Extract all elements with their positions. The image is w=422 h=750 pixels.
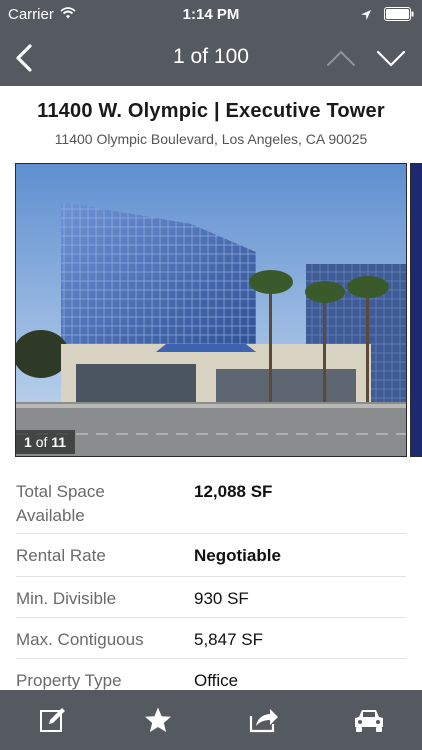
photo-current-index: 1 xyxy=(24,434,32,450)
detail-row-max-contiguous: Max. Contiguous 5,847 SF xyxy=(16,618,406,659)
listing-details: Total Space Available 12,088 SF Rental R… xyxy=(0,468,422,700)
next-listing-button[interactable] xyxy=(374,42,408,74)
chevron-down-icon xyxy=(376,50,406,67)
detail-label: Max. Contiguous xyxy=(16,630,144,649)
location-arrow-icon xyxy=(360,8,372,25)
add-note-button[interactable] xyxy=(23,695,83,745)
listing-header: 11400 W. Olympic | Executive Tower 11400… xyxy=(0,86,422,156)
edit-note-icon xyxy=(39,708,65,732)
detail-value: 12,088 SF xyxy=(194,482,273,501)
navigation-bar: 1 of 100 xyxy=(0,30,422,86)
star-icon xyxy=(145,707,172,732)
share-icon xyxy=(249,709,278,733)
directions-button[interactable] xyxy=(339,695,399,745)
share-button[interactable] xyxy=(234,695,294,745)
listing-address: 11400 Olympic Boulevard, Los Angeles, CA… xyxy=(54,131,368,147)
battery-icon xyxy=(384,7,414,25)
bottom-toolbar xyxy=(0,690,422,750)
detail-value: 930 SF xyxy=(194,589,249,608)
detail-label: Rental Rate xyxy=(16,546,106,565)
detail-row-rental-rate: Rental Rate Negotiable xyxy=(16,534,406,577)
status-time: 1:14 PM xyxy=(182,6,240,23)
status-bar: Carrier 1:14 PM xyxy=(0,0,422,30)
detail-label: Min. Divisible xyxy=(16,589,117,608)
previous-listing-button[interactable] xyxy=(324,42,358,74)
detail-value: 5,847 SF xyxy=(194,630,263,649)
detail-row-min-divisible: Min. Divisible 930 SF xyxy=(16,577,406,618)
photo-total-count: 11 xyxy=(51,434,67,450)
chevron-up-icon xyxy=(327,50,355,66)
photo-counter: 1 of 11 xyxy=(15,430,76,454)
photo-gallery[interactable]: 1 of 11 xyxy=(0,160,422,460)
property-photo[interactable] xyxy=(15,163,407,457)
detail-label: Total Space Available xyxy=(16,482,105,525)
favorite-button[interactable] xyxy=(128,695,188,745)
listing-pager: 1 of 100 xyxy=(173,45,249,68)
car-icon xyxy=(355,710,384,732)
next-photo-peek[interactable] xyxy=(410,163,422,457)
listing-title: 11400 W. Olympic | Executive Tower xyxy=(37,100,385,122)
detail-value: Negotiable xyxy=(194,546,281,565)
detail-row-total-space: Total Space Available 12,088 SF xyxy=(16,468,406,534)
photo-counter-of: of xyxy=(35,434,48,450)
